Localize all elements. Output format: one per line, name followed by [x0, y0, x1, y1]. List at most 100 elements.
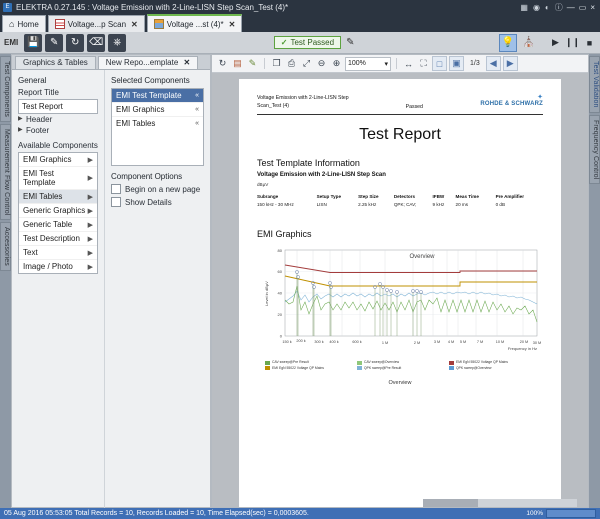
- legend-column-1: CAV sweep@Pre Result EMI EgN 55022 Volta…: [265, 360, 351, 371]
- fit-page-icon[interactable]: ⛶: [417, 57, 430, 70]
- col-step-size: Step Size: [358, 194, 394, 203]
- tab-voltage-step-scan[interactable]: Voltage...p Scan ✕: [48, 15, 145, 32]
- legend-swatch: [265, 361, 270, 365]
- list-item[interactable]: EMI Tables ▶: [19, 190, 97, 204]
- report-title-label: Report Title: [18, 88, 98, 97]
- horizontal-scrollbar[interactable]: [423, 499, 577, 507]
- col-pre-amplifier: Pre Amplifier: [496, 194, 543, 203]
- list-item[interactable]: Generic Table ▶: [19, 218, 97, 232]
- window-title: ELEKTRA 0.27.145 : Voltage Emission with…: [16, 3, 520, 12]
- info-icon[interactable]: ⓘ: [555, 2, 563, 13]
- panel-tab-close-icon[interactable]: ✕: [184, 58, 191, 67]
- preview-scroll-area[interactable]: Voltage Emission with 2-Line-LISN Step S…: [212, 73, 588, 507]
- table-icon: [55, 19, 65, 29]
- status-badge-label: Test Passed: [290, 38, 334, 47]
- list-item[interactable]: EMI Tables «: [112, 117, 203, 130]
- panel-tab-graphics-tables[interactable]: Graphics & Tables: [15, 56, 96, 69]
- chevron-right-icon: ▶: [18, 126, 23, 133]
- close-button[interactable]: ×: [588, 3, 597, 12]
- zoom-out-icon[interactable]: ⊖: [315, 57, 328, 70]
- tab-home[interactable]: ⌂ Home: [2, 15, 46, 32]
- pencil-icon[interactable]: ✎: [346, 37, 354, 48]
- panel-body: General Report Title Test Report ▶ Heade…: [12, 70, 210, 508]
- legend-swatch: [265, 366, 270, 370]
- checkbox-show-details[interactable]: Show Details: [111, 197, 204, 207]
- tab-voltage-test-4[interactable]: Voltage ...st (4)* ✕: [147, 14, 243, 32]
- list-item[interactable]: EMI Graphics «: [112, 103, 203, 117]
- collapse-icon[interactable]: «: [195, 92, 199, 99]
- panel-tab-new-report-template[interactable]: New Repo...emplate ✕: [98, 56, 198, 69]
- vtab-accessories[interactable]: Accessories: [0, 222, 11, 271]
- svg-text:1 M: 1 M: [382, 341, 388, 345]
- list-item[interactable]: EMI Graphics ▶: [19, 153, 97, 167]
- scrollbar-thumb[interactable]: [423, 499, 478, 507]
- checkbox-begin-new-page[interactable]: Begin on a new page: [111, 184, 204, 194]
- run-button[interactable]: ▶: [549, 36, 562, 49]
- window-icon[interactable]: ▦: [520, 3, 528, 12]
- next-page-button[interactable]: ▶: [503, 56, 518, 71]
- vtab-test-validation[interactable]: Test Validation: [589, 56, 600, 113]
- list-item[interactable]: EMI Test Template «: [112, 89, 203, 103]
- minimize-button[interactable]: —: [565, 3, 577, 12]
- report-button[interactable]: ⎈: [108, 34, 126, 52]
- checkbox-icon[interactable]: [111, 184, 121, 194]
- svg-text:3 M: 3 M: [434, 340, 440, 344]
- workspace: Test Components Measurement Flow Control…: [0, 54, 600, 508]
- list-item-label: Generic Graphics: [23, 206, 85, 215]
- fit-width-icon[interactable]: ↔: [402, 57, 415, 70]
- zoom-in-icon[interactable]: ⊕: [330, 57, 343, 70]
- tree-item-footer[interactable]: ▶ Footer: [18, 125, 98, 136]
- legend-label: QPK sweep@Pre Result: [364, 366, 401, 371]
- svg-text:7 M: 7 M: [477, 340, 483, 344]
- panel-tab-strip: Graphics & Tables New Repo...emplate ✕: [12, 55, 210, 70]
- tab-close-icon[interactable]: ✕: [229, 20, 236, 29]
- list-item[interactable]: Generic Graphics ▶: [19, 204, 97, 218]
- tree-item-header[interactable]: ▶ Header: [18, 114, 98, 125]
- page-title: Test Report: [257, 126, 543, 144]
- stop-button[interactable]: ■: [583, 36, 596, 49]
- export-icon[interactable]: ▤: [231, 57, 244, 70]
- pause-button[interactable]: ❙❙: [566, 36, 579, 49]
- chart-legend: CAV sweep@Pre Result EMI EgN 55022 Volta…: [257, 360, 543, 371]
- single-page-icon[interactable]: □: [432, 56, 447, 71]
- lamp-off-icon[interactable]: ⛪: [520, 34, 538, 52]
- list-item[interactable]: Test Description ▶: [19, 232, 97, 246]
- list-item[interactable]: Image / Photo ▶: [19, 260, 97, 273]
- checkbox-icon[interactable]: [111, 197, 121, 207]
- list-item[interactable]: EMI Test Template ▶: [19, 167, 97, 190]
- report-title-input[interactable]: Test Report: [18, 99, 98, 114]
- system-icon-group: ▦ ◉ ◐ ⓘ: [520, 2, 562, 13]
- prev-page-button[interactable]: ◀: [486, 56, 501, 71]
- delete-button[interactable]: ⌫: [87, 34, 105, 52]
- svg-text:300 k: 300 k: [314, 340, 323, 344]
- list-item[interactable]: Text ▶: [19, 246, 97, 260]
- vtab-test-components[interactable]: Test Components: [0, 56, 11, 122]
- zoom-select[interactable]: 100% ▾: [345, 57, 391, 71]
- two-page-icon[interactable]: ▣: [449, 56, 464, 71]
- collapse-icon[interactable]: «: [195, 120, 199, 127]
- print-icon[interactable]: ⎙: [285, 57, 298, 70]
- pointer-icon[interactable]: ⤢: [300, 57, 313, 70]
- tab-close-icon[interactable]: ✕: [131, 20, 138, 29]
- tree-item-header-label: Header: [26, 115, 52, 124]
- vtab-frequency-control[interactable]: Frequency Control: [589, 115, 600, 184]
- collapse-icon[interactable]: «: [195, 106, 199, 113]
- copy-icon[interactable]: ❐: [270, 57, 283, 70]
- vtab-measurement-flow-control[interactable]: Measurement Flow Control: [0, 124, 11, 220]
- available-components-list: EMI Graphics ▶ EMI Test Template ▶ EMI T…: [18, 152, 98, 274]
- toolbar-divider-2: [396, 58, 397, 69]
- maximize-button[interactable]: ▭: [577, 3, 589, 12]
- save-as-button[interactable]: ✎: [45, 34, 63, 52]
- save-button[interactable]: 💾: [24, 34, 42, 52]
- refresh-icon[interactable]: ↻: [216, 57, 229, 70]
- status-badge: ✓ Test Passed: [274, 36, 341, 49]
- lamp-on-icon[interactable]: 💡: [499, 34, 517, 52]
- refresh-button[interactable]: ↻: [66, 34, 84, 52]
- cell-detectors: QPK; CAV;: [394, 202, 433, 207]
- contrast-icon[interactable]: ◐: [545, 3, 550, 12]
- chart-caption: Overview: [257, 380, 543, 386]
- edit-icon[interactable]: ✎: [246, 57, 259, 70]
- cell-step-size: 2.25 kHz: [358, 202, 394, 207]
- globe-icon[interactable]: ◉: [533, 3, 540, 12]
- report-icon: [154, 19, 164, 29]
